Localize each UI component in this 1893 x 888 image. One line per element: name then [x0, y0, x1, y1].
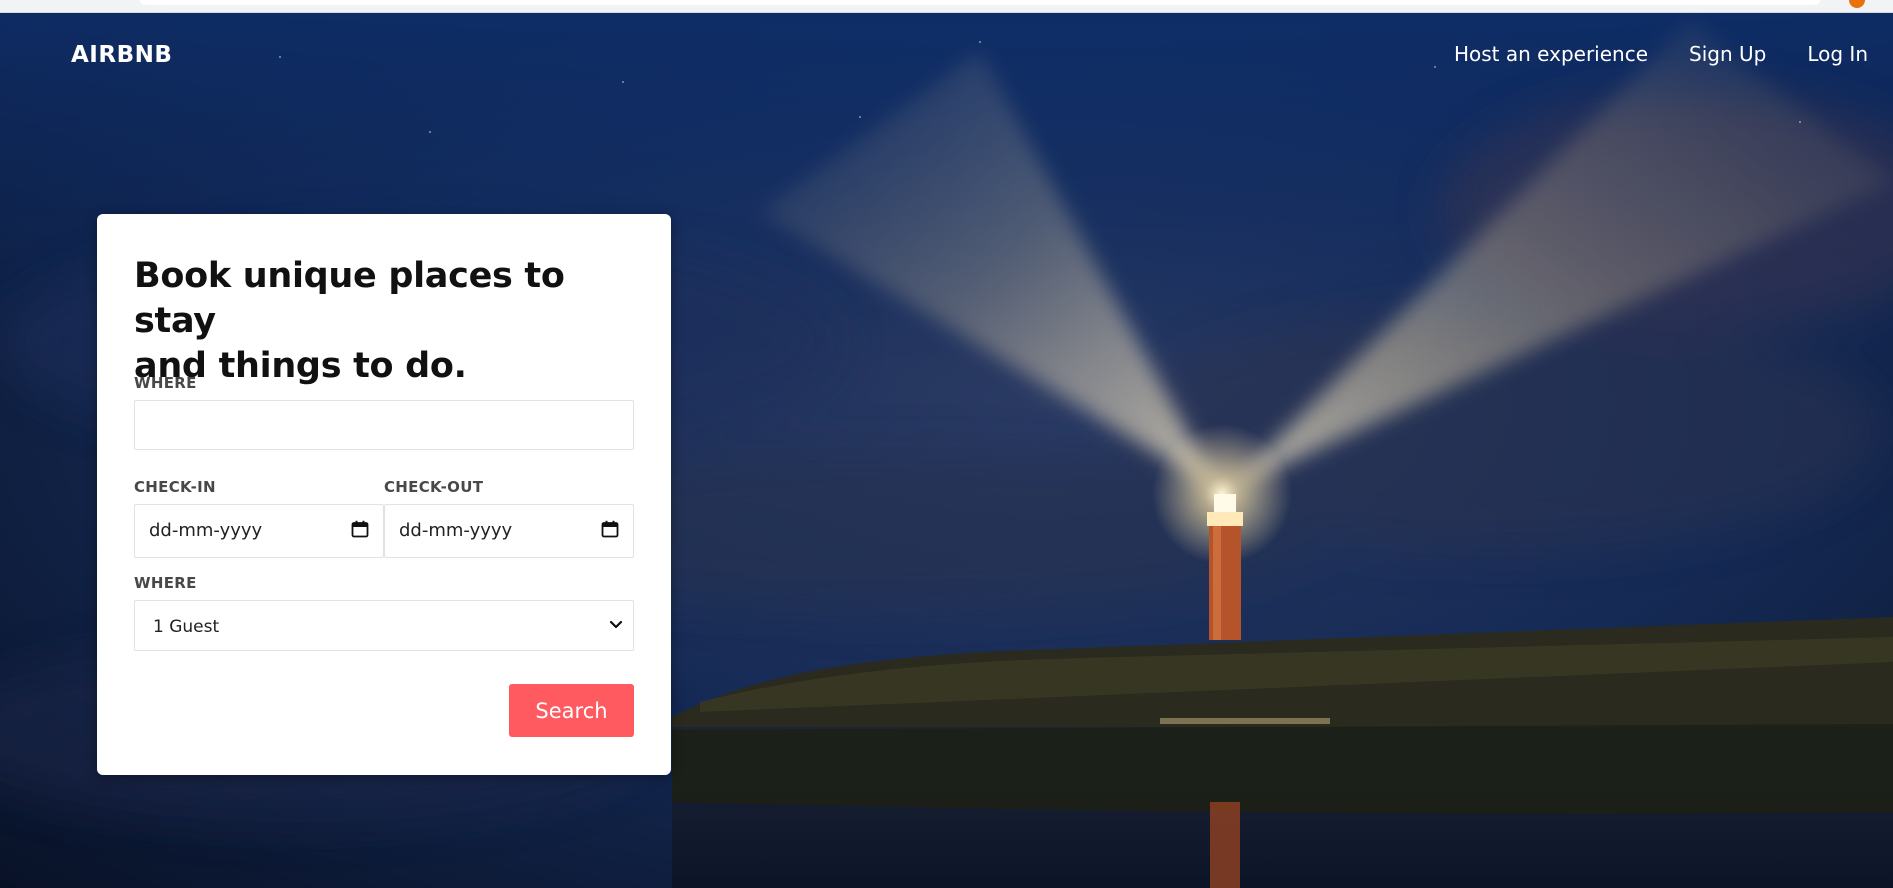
guests-selected-value: 1 Guest	[153, 617, 220, 637]
calendar-icon[interactable]	[601, 520, 619, 538]
calendar-icon[interactable]	[351, 520, 369, 538]
guests-select[interactable]: 1 Guest	[134, 600, 634, 651]
booking-heading: Book unique places to stay and things to…	[134, 254, 634, 389]
booking-card: Book unique places to stay and things to…	[97, 214, 671, 775]
nav-host-experience[interactable]: Host an experience	[1454, 42, 1648, 66]
nav-sign-up[interactable]: Sign Up	[1689, 42, 1766, 66]
check-out-placeholder: dd-mm-yyyy	[399, 520, 513, 541]
search-button[interactable]: Search	[509, 684, 634, 737]
where-label: WHERE	[134, 374, 197, 392]
top-navbar: AIRBNB Host an experience Sign Up Log In	[0, 12, 1893, 102]
where-field[interactable]	[134, 400, 634, 450]
check-in-field[interactable]: dd-mm-yyyy	[134, 504, 384, 558]
nav-log-in[interactable]: Log In	[1807, 42, 1868, 66]
check-out-field[interactable]: dd-mm-yyyy	[384, 504, 634, 558]
address-bar-edge	[140, 0, 1820, 5]
guests-label: WHERE	[134, 574, 197, 592]
check-in-placeholder: dd-mm-yyyy	[149, 520, 263, 541]
heading-line-1: Book unique places to stay	[134, 256, 565, 341]
brand-logo[interactable]: AIRBNB	[71, 42, 172, 68]
check-out-label: CHECK-OUT	[384, 478, 484, 496]
browser-strip	[0, 0, 1893, 13]
nav-links: Host an experience Sign Up Log In	[1454, 42, 1868, 66]
check-in-label: CHECK-IN	[134, 478, 216, 496]
where-input[interactable]	[135, 401, 633, 449]
profile-avatar[interactable]	[1849, 0, 1865, 8]
chevron-down-icon	[609, 620, 623, 629]
